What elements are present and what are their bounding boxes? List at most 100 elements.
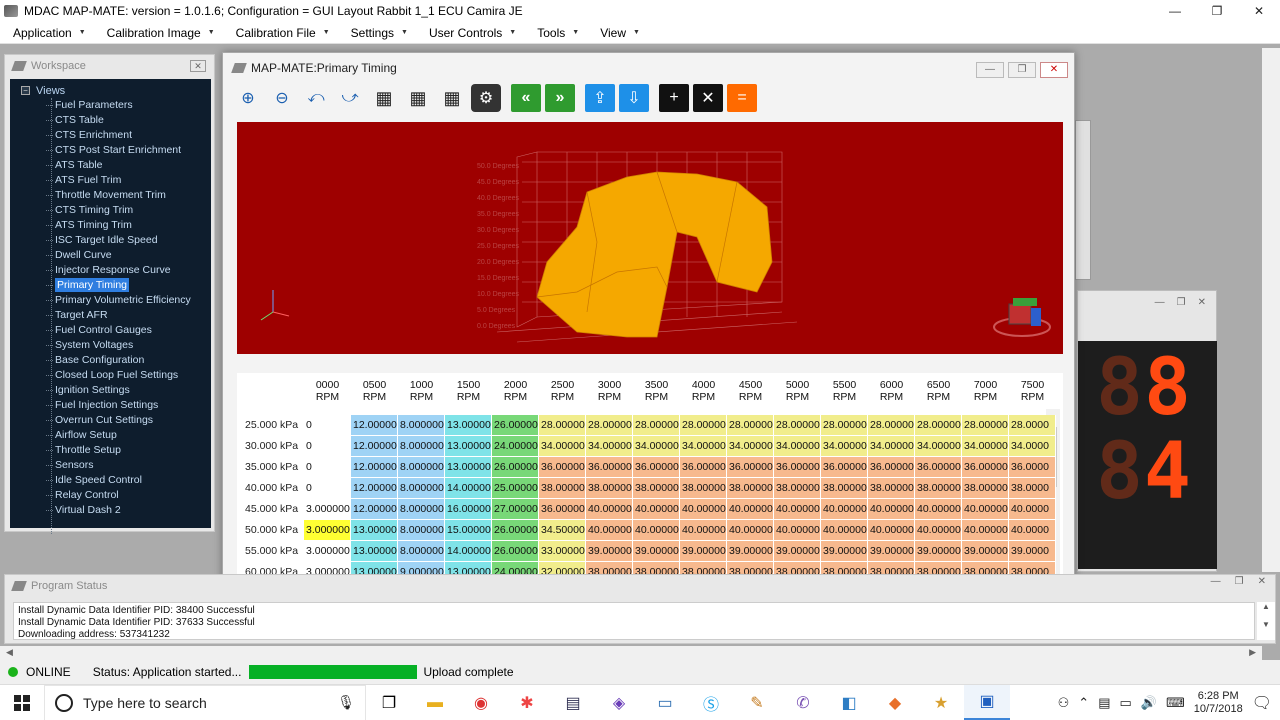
table-cell[interactable]: 34.00000 [774,436,821,457]
table-cell[interactable]: 0 [304,478,351,499]
workspace-close-button[interactable]: ✕ [190,60,206,72]
table-cell[interactable]: 39.00000 [680,541,727,562]
menu-view[interactable]: View ▼ [587,26,648,40]
table-cell[interactable]: 28.00000 [680,415,727,436]
table-cell[interactable]: 13.00000 [351,520,398,541]
tree-item[interactable]: Dwell Curve [10,248,211,263]
table-cell[interactable]: 36.0000 [1009,457,1056,478]
table-cell[interactable]: 34.00000 [727,436,774,457]
close-icon[interactable]: ✕ [1198,297,1206,308]
table-cell[interactable]: 0 [304,415,351,436]
surface-plot-3d[interactable]: 50.0 Degrees 45.0 Degrees 40.0 Degrees 35.0… [237,122,1063,354]
table-cell[interactable]: 40.00000 [727,499,774,520]
app-icon[interactable]: ▭ [642,685,688,720]
table-cell[interactable]: 8.000000 [398,541,445,562]
battery-icon[interactable]: ▭ [1120,695,1132,711]
minimize-icon[interactable]: — [1211,576,1221,592]
main-horizontal-scrollbar[interactable]: ◀ ▶ [0,646,1262,660]
tree-item[interactable]: CTS Timing Trim [10,203,211,218]
table-cell[interactable]: 39.0000 [1009,541,1056,562]
table-cell[interactable]: 38.00000 [868,478,915,499]
table-cell[interactable]: 0 [304,457,351,478]
table-cell[interactable]: 40.00000 [727,520,774,541]
table-cell[interactable]: 39.00000 [821,541,868,562]
tree-item[interactable]: ATS Timing Trim [10,218,211,233]
tree-item[interactable]: Primary Volumetric Efficiency [10,293,211,308]
tree-item[interactable]: Virtual Dash 2 [10,503,211,518]
rpm-column-header[interactable]: 5000 RPM [774,373,821,415]
table-cell[interactable]: 12.00000 [351,415,398,436]
minimize-button[interactable]: — [1154,0,1196,22]
table-cell[interactable]: 8.000000 [398,499,445,520]
table-cell[interactable]: 28.00000 [727,415,774,436]
table-cell[interactable]: 14.00000 [445,478,492,499]
table-cell[interactable]: 36.00000 [680,457,727,478]
table-cell[interactable]: 40.00000 [821,520,868,541]
tree-item[interactable]: Base Configuration [10,353,211,368]
tree-item[interactable]: Overrun Cut Settings [10,413,211,428]
table-cell[interactable]: 40.00000 [774,520,821,541]
app-icon[interactable]: ◆ [872,685,918,720]
tree-item[interactable]: Fuel Control Gauges [10,323,211,338]
table-cell[interactable]: 13.00000 [445,457,492,478]
menu-application[interactable]: Application ▼ [0,26,94,40]
app-icon[interactable]: ✎ [734,685,780,720]
tree-item[interactable]: CTS Table [10,113,211,128]
app-icon[interactable]: ◧ [826,685,872,720]
table-cell[interactable]: 40.00000 [868,499,915,520]
file-explorer-icon[interactable]: ▬ [412,685,458,720]
tree-item[interactable]: ATS Table [10,158,211,173]
table-cell[interactable]: 12.00000 [351,499,398,520]
rpm-column-header[interactable]: 5500 RPM [821,373,868,415]
tree-item[interactable]: ATS Fuel Trim [10,173,211,188]
notifications-icon[interactable]: 🗨 [1252,693,1272,713]
plus-icon[interactable]: + [659,84,689,112]
rpm-column-header[interactable]: 2500 RPM [539,373,586,415]
table-cell[interactable]: 25.00000 [492,478,539,499]
table-cell[interactable]: 34.00000 [680,436,727,457]
table-cell[interactable]: 36.00000 [774,457,821,478]
table-cell[interactable]: 40.00000 [868,520,915,541]
table-cell[interactable]: 8.000000 [398,436,445,457]
tree-item[interactable]: CTS Post Start Enrichment [10,143,211,158]
chrome-icon[interactable]: ◉ [458,685,504,720]
table-cell[interactable]: 34.00000 [868,436,915,457]
people-icon[interactable]: ⚇ [1058,695,1070,711]
table-cell[interactable]: 40.00000 [962,499,1009,520]
table-cell[interactable]: 38.00000 [915,478,962,499]
table-cell[interactable]: 26.00000 [492,457,539,478]
table-cell[interactable]: 0 [304,436,351,457]
table-cell[interactable]: 34.00000 [821,436,868,457]
table-cell[interactable]: 38.00000 [633,478,680,499]
zoom-in-icon[interactable]: ⊕ [233,84,263,112]
rpm-column-header[interactable]: 2000 RPM [492,373,539,415]
zoom-out-icon[interactable]: ⊖ [267,84,297,112]
network-icon[interactable]: ▤ [1098,695,1110,711]
table-cell[interactable]: 38.00000 [727,478,774,499]
rpm-column-header[interactable]: 4000 RPM [680,373,727,415]
table-cell[interactable]: 24.00000 [492,436,539,457]
scroll-left-icon[interactable]: ◀ [6,647,13,658]
gear-icon[interactable]: ⚙ [471,84,501,112]
tree-item[interactable]: Relay Control [10,488,211,503]
log-scrollbar[interactable]: ▲ ▼ [1257,602,1275,640]
table-cell[interactable]: 34.00000 [539,436,586,457]
table-cell[interactable]: 28.00000 [962,415,1009,436]
table-cell[interactable]: 28.00000 [915,415,962,436]
grid-view-1-icon[interactable]: ▦ [369,84,399,112]
minimize-button[interactable]: — [976,62,1004,78]
table-cell[interactable]: 12.00000 [351,457,398,478]
table-cell[interactable]: 12.00000 [351,478,398,499]
table-cell[interactable]: 28.00000 [774,415,821,436]
table-cell[interactable]: 38.00000 [680,478,727,499]
table-cell[interactable]: 28.00000 [539,415,586,436]
table-cell[interactable]: 27.00000 [492,499,539,520]
close-button[interactable]: ✕ [1040,62,1068,78]
table-cell[interactable]: 15.00000 [445,520,492,541]
taskbar-search[interactable]: Type here to search 🎙 [44,684,366,720]
view-cube-icon[interactable] [993,298,1051,337]
table-cell[interactable]: 28.00000 [868,415,915,436]
clock[interactable]: 6:28 PM 10/7/2018 [1194,690,1243,716]
table-cell[interactable]: 8.000000 [398,457,445,478]
rpm-column-header[interactable]: 3500 RPM [633,373,680,415]
